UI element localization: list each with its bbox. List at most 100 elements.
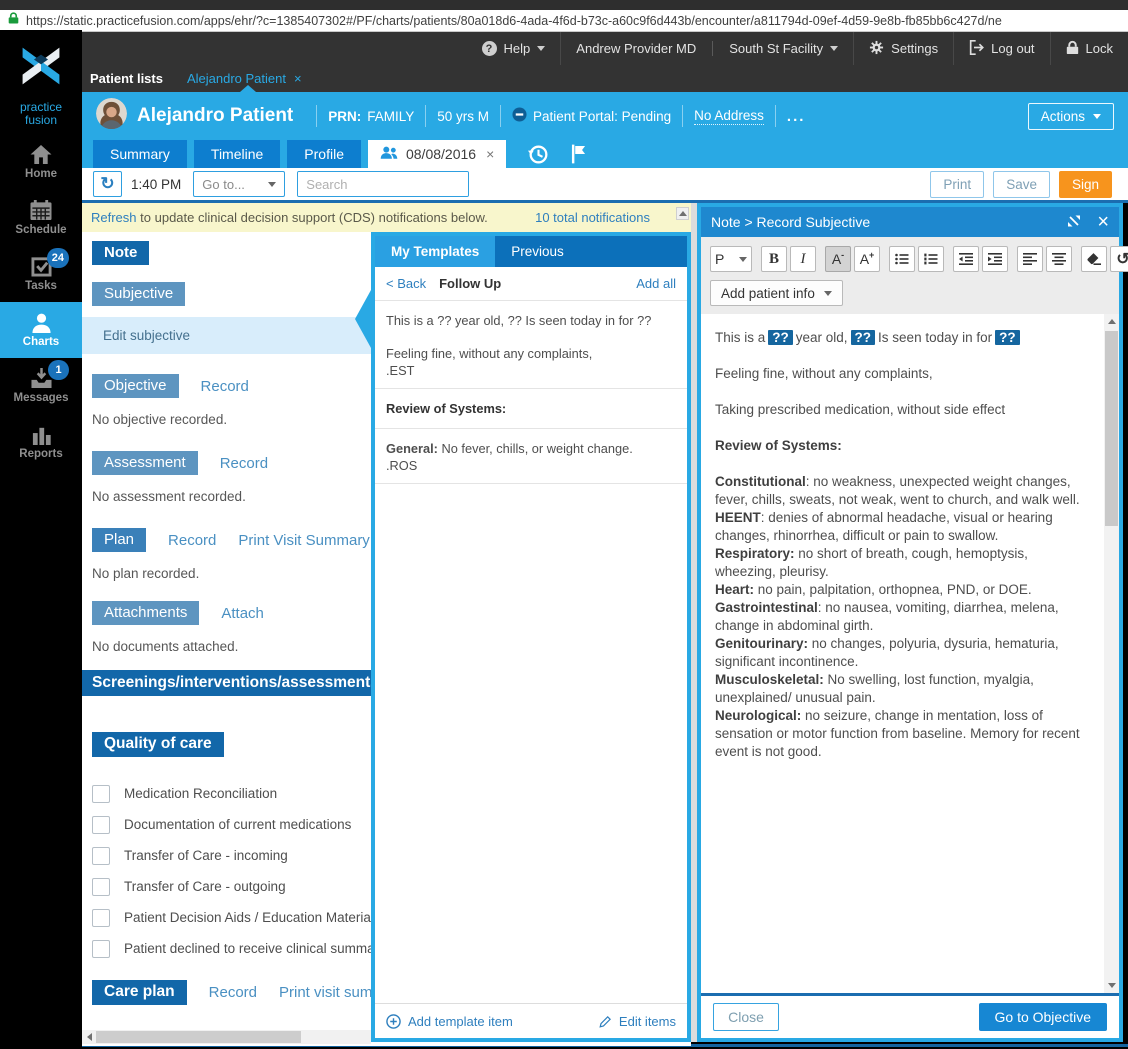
scrollbar-thumb[interactable] <box>96 1031 301 1043</box>
close-icon[interactable]: × <box>486 146 494 162</box>
close-button[interactable]: Close <box>713 1003 779 1031</box>
subjective-editor-content[interactable]: This is a?? year old,?? Is seen today in f… <box>701 314 1119 993</box>
print-button[interactable]: Print <box>930 170 985 198</box>
actions-button[interactable]: Actions <box>1027 102 1114 130</box>
bold-glyph: B <box>768 250 779 267</box>
add-template-label: Add template item <box>408 1013 513 1029</box>
checkbox[interactable] <box>92 846 110 865</box>
record-plan-link[interactable]: Record <box>168 532 216 549</box>
checkbox[interactable] <box>92 908 110 927</box>
go-to-objective-button[interactable]: Go to Objective <box>978 1003 1107 1031</box>
sidebar-item-tasks[interactable]: Tasks 24 <box>0 246 82 302</box>
sidebar-item-home[interactable]: Home <box>0 134 82 190</box>
clear-formatting-button[interactable] <box>1081 246 1107 272</box>
paragraph-style-select[interactable]: P <box>710 246 752 272</box>
attach-link[interactable]: Attach <box>221 605 264 622</box>
edit-items-button[interactable]: Edit items <box>599 1014 676 1029</box>
template-item[interactable]: General: No fever, chills, or weight cha… <box>375 429 687 484</box>
sign-button[interactable]: Sign <box>1058 170 1112 198</box>
record-care-plan-link[interactable]: Record <box>209 984 257 1001</box>
vertical-scrollbar[interactable] <box>1104 314 1119 993</box>
close-icon[interactable]: × <box>1097 212 1109 232</box>
scroll-left-arrow[interactable] <box>82 1030 96 1044</box>
portal-label: Patient Portal: Pending <box>533 108 672 124</box>
chevron-down-icon <box>823 290 832 296</box>
tab-previous[interactable]: Previous <box>495 236 580 267</box>
cds-refresh-link[interactable]: Refresh <box>91 210 137 225</box>
placeholder-token[interactable]: ?? <box>768 330 793 345</box>
flag-icon[interactable] <box>571 140 586 168</box>
save-button[interactable]: Save <box>993 170 1050 198</box>
increase-font-button[interactable]: A + <box>854 246 880 272</box>
encounter-history-button[interactable] <box>528 140 549 168</box>
add-patient-info-button[interactable]: Add patient info <box>710 280 843 306</box>
sidebar-item-charts[interactable]: Charts <box>0 302 82 358</box>
indent-button[interactable] <box>982 246 1008 272</box>
back-link[interactable]: < Back <box>386 276 426 291</box>
scrollbar-thumb[interactable] <box>1105 331 1118 526</box>
template-item[interactable]: This is a ?? year old, ?? Is seen today … <box>375 301 687 389</box>
italic-button[interactable]: I <box>790 246 816 272</box>
tab-timeline[interactable]: Timeline <box>193 140 281 168</box>
help-menu[interactable]: ? Help <box>467 32 561 65</box>
cds-count-link[interactable]: 10 total notifications <box>535 210 650 225</box>
tab-my-templates[interactable]: My Templates <box>375 236 496 267</box>
outdent-button[interactable] <box>953 246 979 272</box>
tab-alejandro-patient[interactable]: Alejandro Patient × <box>187 71 302 86</box>
record-objective-link[interactable]: Record <box>201 378 249 395</box>
bullet-list-button[interactable] <box>889 246 915 272</box>
url-text[interactable]: https://static.practicefusion.com/apps/e… <box>26 14 1002 28</box>
add-template-item-button[interactable]: Add template item <box>386 1014 513 1029</box>
avatar[interactable] <box>96 98 127 134</box>
add-all-link[interactable]: Add all <box>636 276 676 291</box>
ros-line: Musculoskeletal: No swelling, lost funct… <box>715 672 1034 705</box>
goto-select[interactable]: Go to... <box>193 171 286 197</box>
sidebar-item-schedule[interactable]: Schedule <box>0 190 82 246</box>
record-assessment-link[interactable]: Record <box>220 455 268 472</box>
placeholder-token[interactable]: ?? <box>850 330 876 345</box>
patient-name: Alejandro Patient <box>137 105 294 126</box>
horizontal-scrollbar[interactable] <box>82 1030 371 1044</box>
browser-url-bar[interactable]: https://static.practicefusion.com/apps/e… <box>0 10 1128 32</box>
no-address-link[interactable]: No Address <box>694 108 764 125</box>
tab-profile[interactable]: Profile <box>287 140 361 168</box>
align-left-button[interactable] <box>1017 246 1043 272</box>
checkbox[interactable] <box>92 939 110 958</box>
tab-summary[interactable]: Summary <box>93 140 187 168</box>
provider-facility-menu[interactable]: Andrew Provider MD South St Facility <box>560 32 853 65</box>
sidebar-item-messages[interactable]: Messages 1 <box>0 358 82 414</box>
tab-patient-lists[interactable]: Patient lists <box>90 71 163 86</box>
tab-encounter[interactable]: 08/08/2016 × <box>367 140 507 168</box>
edit-subjective-row[interactable]: Edit subjective <box>82 317 372 354</box>
font-letter: A <box>831 251 842 267</box>
sidebar-item-reports[interactable]: Reports <box>0 414 82 470</box>
refresh-button[interactable] <box>93 171 122 197</box>
scroll-down-arrow[interactable] <box>1104 978 1119 993</box>
numbered-list-button[interactable] <box>918 246 944 272</box>
settings-button[interactable]: Settings <box>853 32 953 65</box>
encounter-time: 1:40 PM <box>131 176 182 192</box>
checkbox[interactable] <box>92 815 110 834</box>
placeholder-token[interactable]: ?? <box>995 330 1020 345</box>
more-options-button[interactable]: ... <box>787 108 806 125</box>
patient-portal-status[interactable]: Patient Portal: Pending <box>512 107 671 125</box>
scroll-up-arrow[interactable] <box>1104 314 1119 329</box>
print-visit-summary-link[interactable]: Print Visit Summary <box>238 532 369 549</box>
decrease-font-button[interactable]: A- <box>825 246 851 272</box>
divider <box>774 105 776 127</box>
home-icon <box>30 144 52 165</box>
lock-button[interactable]: Lock <box>1049 32 1128 65</box>
logout-button[interactable]: Log out <box>953 32 1049 65</box>
align-center-button[interactable] <box>1046 246 1072 272</box>
search-input[interactable] <box>298 172 469 196</box>
care-plan-badge: Care plan <box>92 980 187 1005</box>
templates-popover: My Templates Previous < Back Follow Up A… <box>355 232 691 1042</box>
expand-icon[interactable] <box>1066 213 1082 232</box>
bold-button[interactable]: B <box>761 246 787 272</box>
checkbox[interactable] <box>92 877 110 896</box>
close-icon[interactable]: × <box>294 71 302 86</box>
undo-button[interactable] <box>1110 246 1128 272</box>
scroll-up-arrow[interactable] <box>676 207 689 220</box>
practice-fusion-logo[interactable]: practice fusion <box>0 30 82 127</box>
checkbox[interactable] <box>92 784 110 803</box>
